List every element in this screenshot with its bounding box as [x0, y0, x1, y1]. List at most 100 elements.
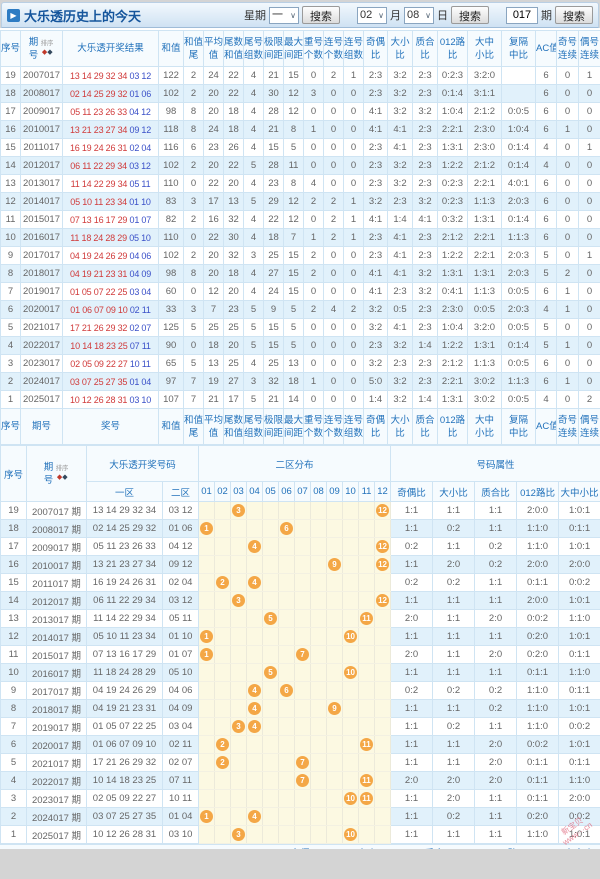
zone1-cell: 01 06 07 09 10 [87, 736, 163, 754]
dist-row: 52021017 期17 21 26 29 3202 07271:11:12:0… [1, 754, 600, 772]
attr-cell: 0:0:2 [559, 808, 600, 826]
col-header: 质合比 [413, 409, 438, 445]
sort-control[interactable]: 排序 ◆◆ [55, 465, 69, 482]
col-header: AC值 [536, 409, 557, 445]
stat-cell: 8 [184, 103, 204, 121]
stat-cell: 0:0:5 [502, 103, 536, 121]
stat-cell: 0 [344, 121, 364, 139]
stat-cell: 5 [244, 337, 264, 355]
lottery-ball: 2 [216, 756, 229, 769]
issue-cell: 2015017 [21, 211, 63, 229]
month-select-value: 02 [360, 8, 372, 23]
front-numbers: 16 19 24 26 31 [70, 143, 127, 153]
stat-cell: 26 [224, 139, 244, 157]
stat-cell: 0 [557, 85, 579, 103]
stat-cell: 6 [536, 229, 557, 247]
sort-desc-icon[interactable]: ◆ [62, 474, 67, 481]
stat-cell: 5 [536, 337, 557, 355]
stats-row: 3202301702 05 09 22 27 10 11655132542513… [1, 355, 600, 373]
header-line2: 比 [364, 49, 387, 62]
attr-cell: 0:2 [433, 574, 475, 592]
zone1-cell: 10 12 26 28 31 [87, 826, 163, 844]
dist-cell [215, 502, 231, 520]
zone2-cell: 09 12 [163, 556, 199, 574]
issue-cell: 2009017 期 [27, 538, 87, 556]
stats-row: 17200901705 11 23 26 33 04 1298820184281… [1, 103, 600, 121]
sort-control[interactable]: 排序◆◆ [40, 40, 54, 57]
stat-cell: 2 [304, 301, 324, 319]
date-search-button[interactable]: 搜索 [451, 6, 489, 24]
dist-cell [263, 736, 279, 754]
header-line1: 序号 [1, 410, 20, 444]
month-select[interactable]: 02 ∨ [357, 7, 387, 24]
issue-search-button[interactable]: 搜索 [555, 6, 593, 24]
dist-cell [327, 610, 343, 628]
header-line1: 偶号 [579, 36, 600, 49]
sort-desc-icon[interactable]: ◆ [47, 49, 52, 56]
issue-cell: 2008017 [21, 85, 63, 103]
stat-cell: 25 [264, 247, 284, 265]
week-select[interactable]: 一 ∨ [269, 7, 299, 24]
stat-cell: 3:2 [413, 283, 438, 301]
stat-cell: 3:0:2 [468, 373, 502, 391]
stat-cell: 15 [264, 319, 284, 337]
dist-cell [231, 556, 247, 574]
stat-cell: 5 [536, 247, 557, 265]
attr-cell: 1:1 [391, 736, 433, 754]
dist-cell [359, 556, 375, 574]
dist-cell [231, 700, 247, 718]
stat-cell: 5 [184, 319, 204, 337]
stat-cell: 0 [557, 247, 579, 265]
stat-cell: 4:1 [364, 283, 388, 301]
col-header: 和值尾 [184, 409, 204, 445]
dist-cell [295, 520, 311, 538]
stat-cell: 2:3 [364, 157, 388, 175]
stat-cell: 22 [264, 211, 284, 229]
stat-cell: 0 [557, 175, 579, 193]
stat-cell: 0 [557, 157, 579, 175]
dist-cell [295, 700, 311, 718]
col-header: 复隔中比 [502, 31, 536, 67]
stat-cell: 4:1 [388, 319, 413, 337]
attr-col-header: 奇偶比 [391, 482, 433, 502]
dist-cell [199, 700, 215, 718]
stat-cell: 22 [224, 85, 244, 103]
dist-cell [375, 826, 391, 844]
dist-cell [327, 628, 343, 646]
col-header[interactable]: 期号排序◆◆ [21, 31, 63, 67]
week-search-button[interactable]: 搜索 [302, 6, 340, 24]
issue-input[interactable] [506, 7, 538, 24]
stats-row: 9201701704 19 24 26 29 04 06102220323251… [1, 247, 600, 265]
stat-cell: 9 [264, 301, 284, 319]
lottery-ball: 2 [216, 576, 229, 589]
issue-cell: 2017017 [21, 247, 63, 265]
issue-cell: 2023017 [21, 355, 63, 373]
stat-cell: 0 [324, 157, 344, 175]
dist-cell [215, 520, 231, 538]
stat-cell: 1:1:3 [502, 373, 536, 391]
zone2-cell: 03 04 [163, 718, 199, 736]
dist-cell [263, 556, 279, 574]
cutoff-label: 质合比 [424, 845, 451, 849]
stat-cell: 0 [324, 121, 344, 139]
stat-cell: 2 [579, 391, 600, 409]
attr-cell: 1:1 [433, 700, 475, 718]
attr-cell: 0:2 [433, 808, 475, 826]
dist-cell: 5 [263, 664, 279, 682]
dist-cell [231, 646, 247, 664]
issue-cell: 2014017 期 [27, 628, 87, 646]
header-line2: 个数 [304, 427, 323, 440]
stat-cell: 21 [264, 67, 284, 85]
dist-cell [375, 610, 391, 628]
seq-cell: 4 [1, 337, 21, 355]
cutoff-label: 大小比 [357, 845, 384, 849]
day-select[interactable]: 08 ∨ [404, 7, 434, 24]
seq-cell: 13 [1, 175, 21, 193]
dist-cell [375, 520, 391, 538]
lottery-ball: 1 [200, 630, 213, 643]
dist-row: 72019017 期01 05 07 22 2503 04341:10:21:1… [1, 718, 600, 736]
back-numbers: 02 11 [130, 305, 151, 315]
stat-cell: 4 [244, 265, 264, 283]
stat-cell: 20 [204, 247, 224, 265]
col-header: AC值 [536, 31, 557, 67]
